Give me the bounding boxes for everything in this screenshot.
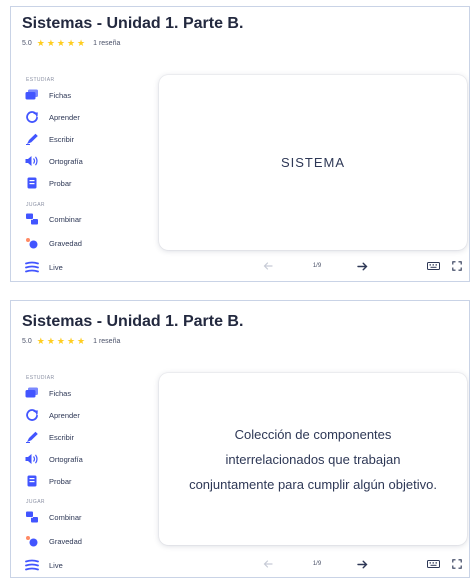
- test-icon: [25, 475, 39, 487]
- menu-item-gravedad[interactable]: Gravedad: [25, 533, 82, 549]
- flashcard-definition: Colección de componentes interrelacionad…: [189, 426, 437, 492]
- menu-item-gravedad[interactable]: Gravedad: [25, 235, 82, 251]
- menu-item-probar[interactable]: Probar: [25, 473, 72, 489]
- flashcards-icon: [25, 89, 39, 101]
- fullscreen-icon[interactable]: [450, 557, 464, 571]
- match-icon: [25, 511, 39, 523]
- menu-item-aprender[interactable]: Aprender: [25, 109, 80, 125]
- menu-item-combinar[interactable]: Combinar: [25, 509, 82, 525]
- card-counter: 1/9: [312, 263, 322, 269]
- menu-item-label: Escribir: [49, 134, 75, 144]
- flashcards-icon: [25, 387, 39, 399]
- menu-item-label: Live: [49, 560, 63, 570]
- menu-item-escribir[interactable]: Escribir: [25, 429, 74, 445]
- set-title: Sistemas - Unidad 1. Parte B.: [22, 15, 244, 32]
- flashcard[interactable]: Colección de componentes interrelacionad…: [159, 373, 467, 545]
- play-section-label: JUGAR: [26, 202, 45, 208]
- rating-score: 5.0: [22, 338, 32, 345]
- study-section-label: ESTUDIAR: [26, 375, 55, 381]
- gravity-icon: [25, 237, 39, 249]
- menu-item-label: Ortografía: [49, 454, 83, 464]
- write-icon: [25, 133, 39, 145]
- play-section-label: JUGAR: [26, 499, 45, 505]
- star-icon: ★: [56, 336, 65, 346]
- menu-item-label: Escribir: [49, 432, 75, 442]
- star-icon: ★: [66, 38, 76, 48]
- star-icon: ★: [46, 38, 55, 48]
- menu-item-label: Gravedad: [49, 238, 82, 248]
- menu-item-label: Fichas: [49, 90, 72, 100]
- set-title: Sistemas - Unidad 1. Parte B.: [22, 313, 244, 330]
- spell-icon: [25, 155, 39, 167]
- arrow-left-icon[interactable]: [261, 557, 275, 571]
- rating[interactable]: 5.0 ★ ★ ★ ★ ★ 1 reseña: [22, 337, 120, 346]
- star-icon: ★: [36, 38, 45, 48]
- menu-item-label: Aprender: [49, 410, 80, 420]
- menu-item-label: Gravedad: [49, 536, 82, 546]
- write-icon: [25, 431, 39, 443]
- star-icon: ★: [77, 38, 86, 48]
- fullscreen-icon[interactable]: [450, 259, 464, 273]
- rating-score: 5.0: [22, 40, 32, 47]
- flashcard-term: SISTEMA: [280, 155, 346, 170]
- menu-item-live[interactable]: Live: [25, 557, 63, 573]
- menu-item-label: Ortografía: [49, 156, 83, 166]
- star-icon: ★: [77, 336, 86, 346]
- menu-item-live[interactable]: Live: [25, 259, 63, 275]
- gravity-icon: [25, 535, 39, 547]
- menu-item-probar[interactable]: Probar: [25, 175, 72, 191]
- menu-item-label: Probar: [49, 178, 72, 188]
- arrow-right-icon[interactable]: [355, 259, 369, 273]
- arrow-right-icon[interactable]: [355, 557, 369, 571]
- rating-stars: ★ ★ ★ ★ ★: [37, 337, 85, 346]
- live-icon: [25, 559, 39, 571]
- card-controls: 1/9: [159, 557, 467, 571]
- star-icon: ★: [46, 336, 55, 346]
- study-section-label: ESTUDIAR: [26, 77, 55, 83]
- match-icon: [25, 213, 39, 225]
- menu-item-label: Aprender: [49, 112, 80, 122]
- study-screen-term: Sistemas - Unidad 1. Parte B. 5.0 ★ ★ ★ …: [10, 6, 470, 282]
- arrow-left-icon[interactable]: [261, 259, 275, 273]
- rating[interactable]: 5.0 ★ ★ ★ ★ ★ 1 reseña: [22, 39, 120, 48]
- card-counter: 1/9: [312, 561, 322, 567]
- test-icon: [25, 177, 39, 189]
- menu-item-fichas[interactable]: Fichas: [25, 385, 71, 401]
- star-icon: ★: [36, 336, 45, 346]
- card-controls: 1/9: [159, 259, 467, 273]
- live-icon: [25, 261, 39, 273]
- rating-stars: ★ ★ ★ ★ ★: [37, 39, 85, 48]
- star-icon: ★: [56, 38, 65, 48]
- keyboard-shortcuts-icon[interactable]: [426, 259, 440, 273]
- study-screen-definition: Sistemas - Unidad 1. Parte B. 5.0 ★ ★ ★ …: [10, 300, 470, 578]
- menu-item-label: Combinar: [49, 214, 82, 224]
- rating-reviews: 1 reseña: [93, 338, 121, 345]
- menu-item-escribir[interactable]: Escribir: [25, 131, 74, 147]
- menu-item-fichas[interactable]: Fichas: [25, 87, 71, 103]
- learn-icon: [25, 409, 39, 421]
- learn-icon: [25, 111, 39, 123]
- menu-item-aprender[interactable]: Aprender: [25, 407, 80, 423]
- menu-item-ortografia[interactable]: Ortografía: [25, 451, 83, 467]
- menu-item-label: Probar: [49, 476, 72, 486]
- menu-item-ortografia[interactable]: Ortografía: [25, 153, 83, 169]
- flashcard[interactable]: SISTEMA: [159, 75, 467, 250]
- menu-item-label: Combinar: [49, 512, 82, 522]
- menu-item-combinar[interactable]: Combinar: [25, 211, 82, 227]
- keyboard-shortcuts-icon[interactable]: [426, 557, 440, 571]
- rating-reviews: 1 reseña: [93, 40, 121, 47]
- spell-icon: [25, 453, 39, 465]
- star-icon: ★: [66, 336, 76, 346]
- menu-item-label: Live: [49, 262, 63, 272]
- menu-item-label: Fichas: [49, 388, 72, 398]
